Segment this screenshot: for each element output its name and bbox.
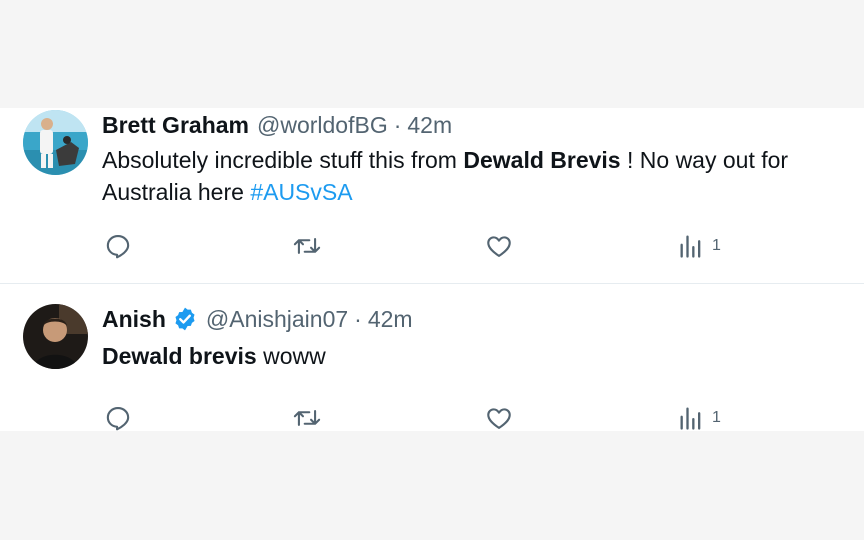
separator-dot: · (354, 305, 362, 332)
like-icon (487, 408, 511, 429)
views-button[interactable]: 1 (678, 402, 721, 434)
avatar[interactable] (23, 110, 88, 175)
retweet-icon (293, 238, 321, 254)
avatar-photo-anish (23, 304, 88, 369)
reply-icon (106, 235, 130, 259)
like-button[interactable] (485, 402, 513, 434)
tweet[interactable]: Anish @Anishjain07 · 42m Dewald brevis w… (0, 284, 864, 431)
like-button[interactable] (485, 230, 513, 262)
retweet-button[interactable] (292, 402, 322, 434)
views-icon (680, 407, 701, 430)
verified-badge-icon (172, 306, 198, 332)
author-name[interactable]: Brett Graham (102, 112, 249, 139)
hashtag-link[interactable]: #AUSvSA (250, 179, 352, 205)
tweet-text: Dewald brevis woww (102, 340, 862, 372)
author-handle[interactable]: @Anishjain07 (206, 306, 348, 333)
views-count: 1 (712, 409, 721, 426)
tweet-text-part: woww (256, 343, 326, 369)
action-bar: 1 (0, 402, 864, 434)
retweet-icon (293, 410, 321, 426)
author-handle[interactable]: @worldofBG (257, 112, 388, 139)
separator-dot: · (393, 111, 402, 138)
reply-button[interactable] (104, 402, 132, 434)
views-button[interactable]: 1 (678, 230, 721, 262)
tweet-text: Absolutely incredible stuff this from De… (102, 144, 862, 208)
reply-button[interactable] (104, 230, 132, 262)
reply-icon (106, 407, 130, 431)
tweet-header: Anish @Anishjain07 · 42m (102, 304, 413, 334)
author-name[interactable]: Anish (102, 306, 166, 333)
tweet[interactable]: Brett Graham @worldofBG · 42m Absolutely… (0, 108, 864, 283)
timestamp[interactable]: 42m (407, 112, 452, 139)
action-bar: 1 (0, 230, 864, 262)
tweet-text-bold: Dewald brevis (102, 343, 257, 369)
tweet-text-part: Absolutely incredible stuff this from (102, 147, 464, 173)
timestamp[interactable]: 42m (368, 306, 413, 333)
tweet-header: Brett Graham @worldofBG · 42m (102, 110, 452, 140)
like-icon (487, 236, 511, 257)
views-icon (680, 235, 701, 258)
retweet-button[interactable] (292, 230, 322, 262)
views-count: 1 (712, 237, 721, 254)
avatar-photo-brett (23, 110, 88, 175)
tweet-text-bold: Dewald Brevis (463, 147, 621, 173)
tweet-feed: Brett Graham @worldofBG · 42m Absolutely… (0, 108, 864, 431)
avatar[interactable] (23, 304, 88, 369)
